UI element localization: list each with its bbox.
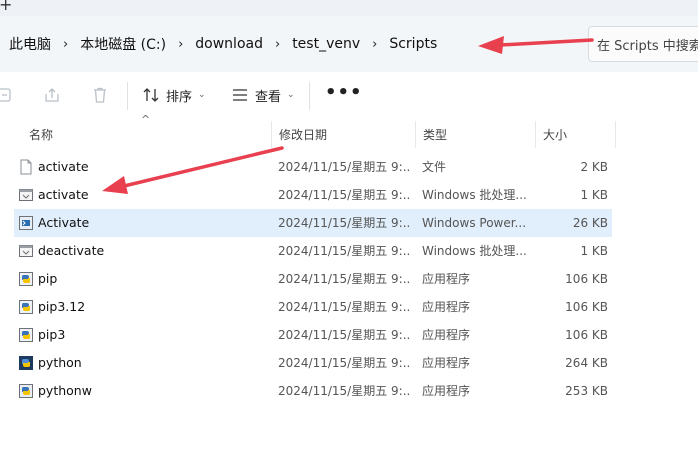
file-size: 1 KB	[580, 244, 608, 258]
file-type: Windows 批处理...	[422, 188, 527, 202]
more-options-button[interactable]: •••	[325, 82, 363, 103]
address-bar[interactable]: 此电脑 › 本地磁盘 (C:) › download › test_venv ›…	[0, 16, 698, 73]
search-input[interactable]: 在 Scripts 中搜索	[588, 26, 698, 62]
list-item[interactable]: python 2024/11/15/星期五 9:... 应用程序 264 KB	[14, 349, 612, 377]
list-item[interactable]: deactivate 2024/11/15/星期五 9:... Windows …	[14, 237, 612, 265]
file-date: 2024/11/15/星期五 9:...	[278, 216, 410, 230]
file-type: 应用程序	[422, 300, 471, 314]
file-size: 264 KB	[565, 356, 608, 370]
python-exe-icon	[18, 383, 34, 399]
chevron-right-icon[interactable]: ›	[60, 37, 71, 52]
chevron-down-icon: ⌄	[287, 90, 295, 100]
file-name: deactivate	[38, 243, 105, 258]
crumb-download[interactable]: download	[186, 36, 272, 52]
column-header: ^ 名称 修改日期 类型 大小	[0, 113, 698, 148]
breadcrumb: 此电脑 › 本地磁盘 (C:) › download › test_venv ›…	[0, 16, 446, 72]
powershell-file-icon	[18, 215, 34, 231]
file-name: pythonw	[38, 383, 92, 398]
list-item[interactable]: pip3.12 2024/11/15/星期五 9:... 应用程序 106 KB	[14, 293, 612, 321]
column-date-label: 修改日期	[279, 128, 328, 142]
column-size[interactable]: 大小	[536, 121, 616, 148]
chevron-right-icon[interactable]: ›	[272, 37, 283, 52]
column-type-label: 类型	[423, 128, 448, 142]
file-type: Windows Power...	[422, 216, 527, 230]
list-item[interactable]: activate 2024/11/15/星期五 9:... 文件 2 KB	[14, 153, 612, 181]
batch-file-icon	[18, 187, 34, 203]
file-date: 2024/11/15/星期五 9:...	[278, 300, 410, 314]
file-size: 1 KB	[580, 188, 608, 202]
file-name: python	[38, 355, 82, 370]
file-date: 2024/11/15/星期五 9:...	[278, 244, 410, 258]
crumb-scripts[interactable]: Scripts	[380, 36, 446, 52]
chevron-right-icon[interactable]: ›	[369, 37, 380, 52]
export-icon[interactable]	[42, 85, 62, 105]
file-name: pip3.12	[38, 299, 86, 314]
crumb-test-venv[interactable]: test_venv	[283, 36, 369, 52]
file-date: 2024/11/15/星期五 9:...	[278, 188, 410, 202]
batch-file-icon	[18, 243, 34, 259]
file-name: activate	[38, 187, 89, 202]
view-button[interactable]: 查看 ⌄	[231, 85, 295, 105]
file-date: 2024/11/15/星期五 9:...	[278, 160, 410, 174]
file-type: 应用程序	[422, 356, 471, 370]
column-size-label: 大小	[543, 128, 568, 142]
file-date: 2024/11/15/星期五 9:...	[278, 272, 410, 286]
toolbar-divider	[309, 82, 310, 110]
file-date: 2024/11/15/星期五 9:...	[278, 384, 410, 398]
sort-label: 排序	[166, 89, 193, 105]
column-date[interactable]: 修改日期	[272, 121, 416, 148]
crumb-local-disk[interactable]: 本地磁盘 (C:)	[71, 34, 175, 54]
file-name: Activate	[38, 215, 90, 230]
column-type[interactable]: 类型	[416, 121, 536, 148]
chevron-down-icon: ⌄	[198, 90, 206, 100]
column-name-label: 名称	[29, 128, 54, 142]
blank-file-icon	[18, 159, 34, 175]
python-exe-icon	[18, 355, 34, 371]
file-type: 应用程序	[422, 328, 471, 342]
exe-icon	[18, 299, 34, 315]
file-size: 2 KB	[580, 160, 608, 174]
title-strip: +	[0, 0, 698, 16]
toolbar-divider	[127, 82, 128, 110]
file-size: 106 KB	[565, 328, 608, 342]
file-size: 253 KB	[565, 384, 608, 398]
delete-icon[interactable]	[90, 85, 110, 105]
file-size: 106 KB	[565, 272, 608, 286]
file-type: 文件	[422, 160, 447, 174]
chevron-right-icon[interactable]: ›	[175, 37, 186, 52]
file-name: pip	[38, 271, 58, 286]
column-name[interactable]: 名称	[22, 121, 272, 148]
exe-icon	[18, 327, 34, 343]
list-item[interactable]: activate 2024/11/15/星期五 9:... Windows 批处…	[14, 181, 612, 209]
view-label: 查看	[255, 89, 282, 105]
file-type: 应用程序	[422, 384, 471, 398]
file-size: 26 KB	[572, 216, 608, 230]
exe-icon	[18, 271, 34, 287]
view-icon	[233, 89, 247, 101]
crumb-this-pc[interactable]: 此电脑	[0, 34, 60, 54]
sort-icon	[143, 88, 159, 102]
file-type: 应用程序	[422, 272, 471, 286]
list-item[interactable]: pip3 2024/11/15/星期五 9:... 应用程序 106 KB	[14, 321, 612, 349]
list-item-selected[interactable]: Activate 2024/11/15/星期五 9:... Windows Po…	[14, 209, 612, 237]
command-bar: 排序 ⌄ 查看 ⌄ •••	[0, 72, 698, 118]
list-item[interactable]: pip 2024/11/15/星期五 9:... 应用程序 106 KB	[14, 265, 612, 293]
file-size: 106 KB	[565, 300, 608, 314]
file-type: Windows 批处理...	[422, 244, 527, 258]
share-icon[interactable]	[0, 85, 14, 105]
file-name: pip3	[38, 327, 66, 342]
file-date: 2024/11/15/星期五 9:...	[278, 356, 410, 370]
list-item[interactable]: pythonw 2024/11/15/星期五 9:... 应用程序 253 KB	[14, 377, 612, 405]
new-tab-button[interactable]: +	[0, 0, 12, 14]
file-date: 2024/11/15/星期五 9:...	[278, 328, 410, 342]
sort-button[interactable]: 排序 ⌄	[142, 85, 206, 105]
file-name: activate	[38, 159, 89, 174]
